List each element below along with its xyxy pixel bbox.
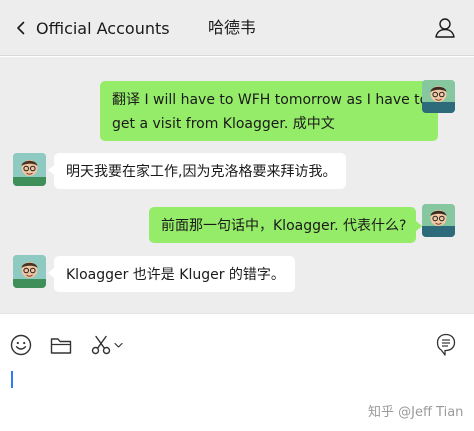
message-text-line: get a visit from Kloagger. 成中文 xyxy=(112,116,335,132)
message-text-line: 翻译 I will have to WFH tomorrow as I have… xyxy=(112,92,429,108)
message-text-line: 前面那一句话中，Kloagger. 代表什么? xyxy=(161,218,407,234)
emoji-icon[interactable] xyxy=(10,334,32,356)
avatar-bot-icon xyxy=(13,153,46,186)
profile-icon[interactable] xyxy=(433,16,457,40)
message-bubble-incoming[interactable]: 明天我要在家工作,因为克洛格要来拜访我。 xyxy=(47,153,347,189)
avatar[interactable] xyxy=(422,80,455,113)
chat-history-icon[interactable] xyxy=(436,333,456,357)
message-text-line: Kloagger 也许是 Kluger 的错字。 xyxy=(66,267,285,283)
back-button-label: Official Accounts xyxy=(36,18,170,38)
avatar-user-icon xyxy=(422,204,455,237)
chevron-down-icon[interactable] xyxy=(114,342,123,349)
message-list[interactable]: 翻译 I will have to WFH tomorrow as I have… xyxy=(0,57,474,313)
message-bubble-outgoing[interactable]: 前面那一句话中，Kloagger. 代表什么? xyxy=(149,207,423,243)
chat-header: Official Accounts 哈德韦 xyxy=(0,0,474,56)
chat-title: 哈德韦 xyxy=(208,18,257,37)
chevron-left-icon xyxy=(17,21,25,35)
watermark: 知乎 @Jeff Tian xyxy=(368,405,464,420)
message-bubble-outgoing[interactable]: 翻译 I will have to WFH tomorrow as I have… xyxy=(100,81,445,141)
avatar[interactable] xyxy=(13,255,46,288)
avatar-user-icon xyxy=(422,80,455,113)
avatar[interactable] xyxy=(13,153,46,186)
folder-icon[interactable] xyxy=(50,336,72,355)
message-bubble-incoming[interactable]: Kloagger 也许是 Kluger 的错字。 xyxy=(48,256,295,292)
message-input[interactable] xyxy=(0,360,474,431)
avatar-bot-icon xyxy=(13,255,46,288)
message-text-line: 明天我要在家工作,因为克洛格要来拜访我。 xyxy=(66,164,337,180)
avatar[interactable] xyxy=(422,204,455,237)
back-button[interactable]: Official Accounts xyxy=(14,16,170,40)
scissors-icon[interactable] xyxy=(90,334,112,356)
text-caret xyxy=(11,371,13,388)
